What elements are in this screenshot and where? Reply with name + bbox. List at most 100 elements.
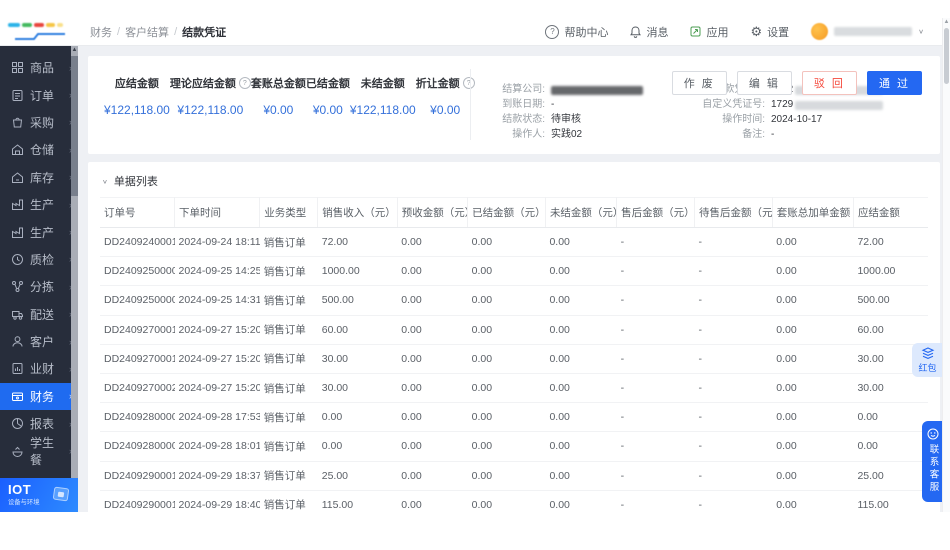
column-header-label: 套账总加单金额: [777, 205, 851, 220]
settings-button[interactable]: ⚙ 设置: [750, 24, 789, 40]
table-cell: -: [617, 490, 695, 512]
table-cell: 115.00: [853, 490, 928, 512]
sidebar-item-业财[interactable]: 业财›: [0, 355, 78, 382]
info-value-text: 1729: [771, 100, 793, 110]
table-cell: 0.00: [468, 373, 546, 402]
sidebar-item-label: 财务: [30, 388, 54, 405]
table-cell: 500.00: [318, 286, 397, 315]
metric-value: ¥0.00: [416, 103, 475, 117]
help-center-button[interactable]: ? 帮助中心: [545, 24, 608, 40]
table-cell: 1000.00: [853, 257, 928, 286]
sidebar-item-生产[interactable]: 生产›: [0, 218, 78, 245]
info-label: 到账日期:: [487, 100, 545, 110]
sidebar-item-质检[interactable]: 质检›: [0, 246, 78, 273]
table-row[interactable]: DD240927000182024-09-27 15:20销售订单60.000.…: [100, 315, 928, 344]
approve-button[interactable]: 通 过: [867, 71, 922, 95]
customer-service-label: 联系客服: [926, 444, 940, 494]
sidebar-item-商品[interactable]: 商品›: [0, 54, 78, 81]
sidebar-item-生产[interactable]: 生产›: [0, 191, 78, 218]
column-header-4: 销售收入（元）?: [318, 198, 397, 228]
sidebar-item-财务[interactable]: 财务›: [0, 383, 78, 410]
student-meal-icon: [11, 445, 24, 458]
info-row: 备注:-: [689, 130, 883, 140]
iot-banner[interactable]: IOT 设备与环境: [0, 478, 78, 512]
table-cell: 0.00: [397, 228, 467, 257]
table-cell: 0.00: [853, 432, 928, 461]
sidebar-item-仓储[interactable]: 仓储›: [0, 136, 78, 163]
sidebar-item-库存[interactable]: 库存›: [0, 164, 78, 191]
metric-label: 应结金额: [104, 75, 170, 91]
apps-button[interactable]: 应用: [690, 24, 728, 40]
table-cell: 0.00: [545, 373, 616, 402]
sidebar-item-分拣[interactable]: 分拣›: [0, 273, 78, 300]
breadcrumb-item[interactable]: 客户结算: [125, 24, 169, 40]
finance-icon: [11, 390, 24, 403]
table-row[interactable]: DD240925000072024-09-25 14:25销售订单1000.00…: [100, 257, 928, 286]
column-header-label: 售后金额（元）: [621, 205, 694, 220]
sidebar-item-学生餐[interactable]: 学生餐›: [0, 437, 78, 464]
section-toggle-documents-list[interactable]: ∨ 单据列表: [102, 173, 928, 189]
user-menu[interactable]: ∨: [811, 23, 924, 40]
table-row[interactable]: DD240925000092024-09-25 14:31销售订单500.000…: [100, 286, 928, 315]
scroll-up-arrow-icon[interactable]: ▲: [71, 46, 78, 54]
table-cell: 0.00: [468, 257, 546, 286]
table-cell: 0.00: [468, 228, 546, 257]
column-header-inner: 业务类型: [264, 205, 313, 220]
column-header-8: 售后金额（元）?: [617, 198, 695, 228]
table-row[interactable]: DD240927000202024-09-27 15:20销售订单30.000.…: [100, 373, 928, 402]
page-scroll-thumb[interactable]: [944, 28, 949, 84]
sidebar-vertical-scrollbar[interactable]: ▲ ▼: [71, 46, 78, 512]
table-row[interactable]: DD240927000192024-09-27 15:20销售订单30.000.…: [100, 344, 928, 373]
table-body: DD240924000132024-09-24 18:11销售订单72.000.…: [100, 228, 928, 513]
info-value: 待审核: [551, 115, 581, 125]
app-logo[interactable]: [0, 18, 78, 45]
action-button[interactable]: 编 辑: [737, 71, 792, 95]
sidebar-item-订单[interactable]: 订单›: [0, 81, 78, 108]
metric-label: 套账总金额: [251, 75, 306, 91]
sidebar-item-label: 仓储: [30, 141, 54, 158]
info-circle-icon[interactable]: ?: [463, 77, 475, 89]
action-button[interactable]: 作 废: [672, 71, 727, 95]
table-row[interactable]: DD240929000182024-09-29 18:40销售订单115.000…: [100, 490, 928, 512]
sidebar-scroll-thumb[interactable]: [71, 56, 78, 196]
order-number-cell: DD24092700020: [100, 373, 175, 402]
red-packet-button[interactable]: 红包: [912, 343, 943, 377]
metric-label: 已结金额: [306, 75, 350, 91]
goods-icon: [11, 61, 24, 74]
info-value-text: -: [551, 100, 554, 110]
column-header-7: 未结金额（元）?: [545, 198, 616, 228]
reject-button[interactable]: 驳 回: [802, 71, 857, 95]
messages-button[interactable]: 消息: [630, 24, 668, 40]
table-cell: 0.00: [772, 461, 853, 490]
table-cell: 销售订单: [260, 373, 318, 402]
info-value-text: -: [771, 130, 774, 140]
delivery-icon: [11, 308, 24, 321]
page-vertical-scrollbar[interactable]: ▲: [942, 18, 950, 512]
table-cell: 销售订单: [260, 228, 318, 257]
sidebar-item-配送[interactable]: 配送›: [0, 301, 78, 328]
table-cell: 30.00: [318, 373, 397, 402]
table-cell: 销售订单: [260, 403, 318, 432]
info-circle-icon[interactable]: ?: [239, 77, 251, 89]
info-label: 操作时间:: [689, 115, 765, 125]
scroll-up-arrow-icon[interactable]: ▲: [943, 18, 950, 27]
sidebar-item-label: 商品: [30, 59, 54, 76]
table-cell: 0.00: [545, 257, 616, 286]
customer-service-button[interactable]: 联系客服: [922, 421, 943, 502]
table-row[interactable]: DD240928000032024-09-28 17:53销售订单0.000.0…: [100, 403, 928, 432]
table-row[interactable]: DD240924000132024-09-24 18:11销售订单72.000.…: [100, 228, 928, 257]
table-cell: 0.00: [318, 432, 397, 461]
user-name-redacted: [834, 27, 912, 36]
sidebar-item-采购[interactable]: 采购›: [0, 109, 78, 136]
info-column-left: 结算公司:到账日期:-结款状态:待审核操作人:实践02: [487, 85, 643, 140]
breadcrumb-item[interactable]: 财务: [90, 24, 112, 40]
chevron-down-icon: ∨: [102, 178, 108, 185]
table-cell: 0.00: [468, 344, 546, 373]
table-cell: 0.00: [397, 461, 467, 490]
metric-3: 套账总金额¥0.00: [251, 75, 306, 140]
sidebar-item-客户[interactable]: 客户›: [0, 328, 78, 355]
table-row[interactable]: DD240929000172024-09-29 18:37销售订单25.000.…: [100, 461, 928, 490]
order-number-cell: DD24092700018: [100, 315, 175, 344]
table-row[interactable]: DD240928000052024-09-28 18:01销售订单0.000.0…: [100, 432, 928, 461]
sidebar-item-label: 库存: [30, 169, 54, 186]
